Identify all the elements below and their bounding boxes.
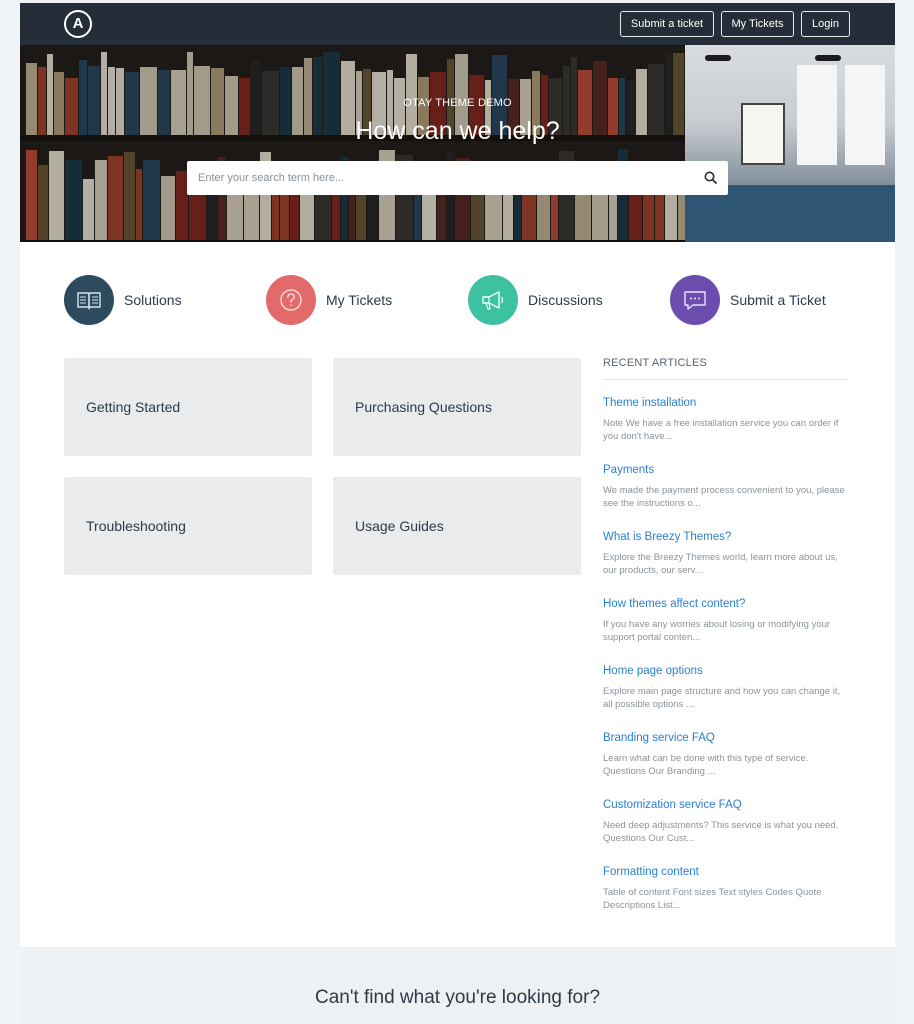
page-frame: A Submit a ticket My Tickets Login OTAY … (20, 3, 895, 1024)
shortcut-submit-ticket[interactable]: Submit a Ticket (670, 275, 826, 325)
article-excerpt: Need deep adjustments? This service is w… (603, 820, 839, 844)
top-navigation-bar: A Submit a ticket My Tickets Login (20, 3, 895, 45)
category-label: Troubleshooting (86, 518, 186, 534)
shortcut-my-tickets[interactable]: My Tickets (266, 275, 392, 325)
article-excerpt: Explore main page structure and how you … (603, 686, 841, 710)
article-excerpt: Note We have a free installation service… (603, 418, 839, 442)
my-tickets-nav-button[interactable]: My Tickets (721, 11, 794, 37)
search-icon[interactable] (702, 169, 720, 187)
article-item: Theme installation Note We have a free i… (603, 397, 849, 443)
recent-articles: RECENT ARTICLES Theme installation Note … (603, 357, 849, 911)
shortcut-solutions[interactable]: Solutions (64, 275, 182, 325)
logo[interactable]: A (64, 10, 92, 38)
article-item: What is Breezy Themes? Explore the Breez… (603, 531, 849, 577)
login-button[interactable]: Login (801, 11, 850, 37)
office-lamp (815, 55, 841, 61)
search-box (187, 161, 728, 195)
article-link[interactable]: Home page options (603, 665, 849, 677)
office-window (845, 65, 885, 165)
category-label: Purchasing Questions (355, 399, 492, 415)
article-excerpt: Learn what can be done with this type of… (603, 753, 809, 777)
article-item: Payments We made the payment process con… (603, 464, 849, 510)
question-icon (266, 275, 316, 325)
article-link[interactable]: Branding service FAQ (603, 732, 849, 744)
category-card-usage-guides[interactable]: Usage Guides (333, 477, 581, 575)
article-link[interactable]: Formatting content (603, 866, 849, 878)
article-link[interactable]: Payments (603, 464, 849, 476)
recent-articles-heading: RECENT ARTICLES (603, 357, 849, 380)
book-icon (64, 275, 114, 325)
office-window (797, 65, 837, 165)
category-card-troubleshooting[interactable]: Troubleshooting (64, 477, 312, 575)
category-label: Getting Started (86, 399, 181, 415)
hero-banner: OTAY THEME DEMO How can we help? (20, 45, 895, 242)
category-card-getting-started[interactable]: Getting Started (64, 358, 312, 456)
article-item: Customization service FAQ Need deep adju… (603, 799, 849, 845)
shortcut-label: My Tickets (326, 292, 393, 308)
category-card-purchasing-questions[interactable]: Purchasing Questions (333, 358, 581, 456)
submit-ticket-nav-button[interactable]: Submit a ticket (620, 11, 714, 37)
megaphone-icon (468, 275, 518, 325)
shortcut-label: Solutions (124, 292, 182, 308)
category-label: Usage Guides (355, 518, 444, 534)
article-link[interactable]: Theme installation (603, 397, 849, 409)
article-item: How themes affect content? If you have a… (603, 598, 849, 644)
logo-letter: A (72, 15, 84, 32)
help-footer: Can't find what you're looking for? (20, 947, 895, 1024)
article-excerpt: Explore the Breezy Themes world, learn m… (603, 552, 838, 576)
article-item: Formatting content Table of content Font… (603, 866, 849, 912)
article-item: Branding service FAQ Learn what can be d… (603, 732, 849, 778)
article-link[interactable]: Customization service FAQ (603, 799, 849, 811)
office-lamp (705, 55, 731, 61)
hero-title: How can we help? (355, 117, 560, 145)
article-link[interactable]: How themes affect content? (603, 598, 849, 610)
article-excerpt: We made the payment process convenient t… (603, 485, 845, 509)
shortcut-label: Submit a Ticket (730, 292, 826, 308)
chat-icon (670, 275, 720, 325)
footer-heading: Can't find what you're looking for? (314, 987, 601, 1008)
article-excerpt: Table of content Font sizes Text styles … (603, 887, 822, 911)
article-item: Home page options Explore main page stru… (603, 665, 849, 711)
hero-kicker: OTAY THEME DEMO (403, 97, 512, 109)
shortcut-label: Discussions (528, 292, 603, 308)
article-link[interactable]: What is Breezy Themes? (603, 531, 849, 543)
shortcut-discussions[interactable]: Discussions (468, 275, 603, 325)
article-excerpt: If you have any worries about losing or … (603, 619, 831, 643)
search-input[interactable] (187, 161, 687, 195)
